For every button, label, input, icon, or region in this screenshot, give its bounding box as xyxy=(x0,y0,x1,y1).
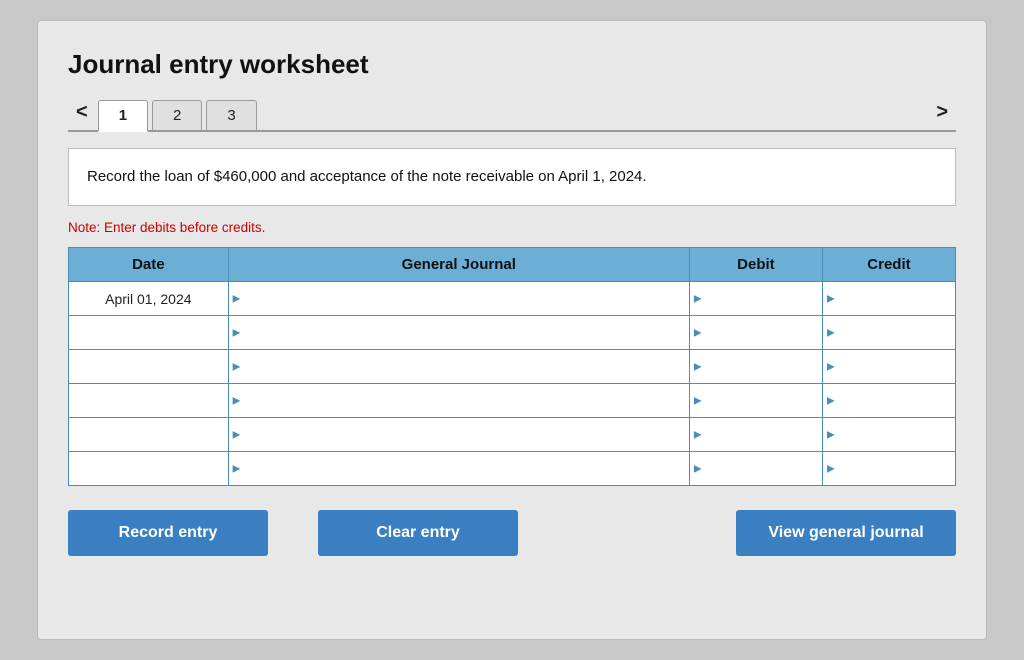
credit-cell-4[interactable] xyxy=(822,384,955,418)
gj-input-1[interactable] xyxy=(251,290,654,306)
date-cell-1[interactable]: April 01, 2024 xyxy=(69,282,229,316)
journal-entry-worksheet: Journal entry worksheet < 1 2 3 > Record… xyxy=(37,20,987,640)
credit-input-5[interactable] xyxy=(845,426,941,442)
date-cell-4[interactable] xyxy=(69,384,229,418)
date-cell-6[interactable] xyxy=(69,452,229,486)
table-row xyxy=(69,316,956,350)
gj-cell-2[interactable] xyxy=(228,316,689,350)
debit-input-2[interactable] xyxy=(712,324,808,340)
gj-cell-5[interactable] xyxy=(228,418,689,452)
debit-input-5[interactable] xyxy=(712,426,808,442)
debit-cell-5[interactable] xyxy=(689,418,822,452)
note-text: Note: Enter debits before credits. xyxy=(68,220,956,235)
date-cell-3[interactable] xyxy=(69,350,229,384)
tabs-row: < 1 2 3 > xyxy=(68,98,956,132)
col-header-gj: General Journal xyxy=(228,248,689,282)
description-text: Record the loan of $460,000 and acceptan… xyxy=(87,168,647,185)
col-header-credit: Credit xyxy=(822,248,955,282)
buttons-row: Record entry Clear entry View general jo… xyxy=(68,510,956,556)
credit-input-6[interactable] xyxy=(845,460,941,476)
page-title: Journal entry worksheet xyxy=(68,49,956,80)
gj-cell-6[interactable] xyxy=(228,452,689,486)
tab-1[interactable]: 1 xyxy=(98,100,148,132)
credit-cell-1[interactable] xyxy=(822,282,955,316)
table-row xyxy=(69,418,956,452)
gj-cell-1[interactable] xyxy=(228,282,689,316)
table-row xyxy=(69,384,956,418)
clear-entry-button[interactable]: Clear entry xyxy=(318,510,518,556)
credit-input-4[interactable] xyxy=(845,392,941,408)
table-row xyxy=(69,452,956,486)
debit-cell-1[interactable] xyxy=(689,282,822,316)
credit-input-3[interactable] xyxy=(845,358,941,374)
credit-cell-5[interactable] xyxy=(822,418,955,452)
debit-input-6[interactable] xyxy=(712,460,808,476)
prev-tab-button[interactable]: < xyxy=(68,98,96,126)
debit-cell-4[interactable] xyxy=(689,384,822,418)
view-general-journal-button[interactable]: View general journal xyxy=(736,510,956,556)
col-header-debit: Debit xyxy=(689,248,822,282)
tab-3[interactable]: 3 xyxy=(206,100,256,130)
debit-input-4[interactable] xyxy=(712,392,808,408)
credit-cell-3[interactable] xyxy=(822,350,955,384)
table-row xyxy=(69,350,956,384)
next-tab-button[interactable]: > xyxy=(928,98,956,126)
tab-2[interactable]: 2 xyxy=(152,100,202,130)
gj-input-5[interactable] xyxy=(251,426,654,442)
description-box: Record the loan of $460,000 and acceptan… xyxy=(68,148,956,206)
gj-input-4[interactable] xyxy=(251,392,654,408)
credit-cell-6[interactable] xyxy=(822,452,955,486)
gj-cell-4[interactable] xyxy=(228,384,689,418)
debit-input-3[interactable] xyxy=(712,358,808,374)
record-entry-button[interactable]: Record entry xyxy=(68,510,268,556)
debit-input-1[interactable] xyxy=(712,290,808,306)
date-cell-2[interactable] xyxy=(69,316,229,350)
debit-cell-3[interactable] xyxy=(689,350,822,384)
journal-table: Date General Journal Debit Credit April … xyxy=(68,247,956,486)
debit-cell-6[interactable] xyxy=(689,452,822,486)
gj-input-3[interactable] xyxy=(251,358,654,374)
date-cell-5[interactable] xyxy=(69,418,229,452)
debit-cell-2[interactable] xyxy=(689,316,822,350)
col-header-date: Date xyxy=(69,248,229,282)
gj-cell-3[interactable] xyxy=(228,350,689,384)
credit-input-2[interactable] xyxy=(845,324,941,340)
table-row: April 01, 2024 xyxy=(69,282,956,316)
credit-input-1[interactable] xyxy=(845,290,941,306)
gj-input-2[interactable] xyxy=(251,324,654,340)
credit-cell-2[interactable] xyxy=(822,316,955,350)
gj-input-6[interactable] xyxy=(251,460,654,476)
